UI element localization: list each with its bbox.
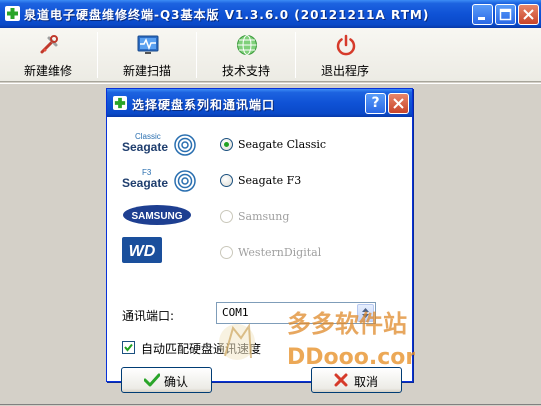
radio-label: WesternDigital xyxy=(238,246,322,259)
samsung-logo: SAMSUNG xyxy=(123,205,191,225)
close-button[interactable] xyxy=(518,4,539,25)
window-title: 泉道电子硬盘维修终端-Q3基本版 V1.3.6.0 (20121211A RTM… xyxy=(24,8,430,22)
radio-label: Seagate Classic xyxy=(238,138,327,151)
wd-logo: WD xyxy=(122,237,162,263)
dialog-title-bar[interactable]: 选择硬盘系列和通讯端口 ? xyxy=(107,89,412,117)
confirm-label: 确认 xyxy=(164,375,189,389)
radio-dot xyxy=(224,142,229,147)
select-drive-dialog: 选择硬盘系列和通讯端口 ? Classic Seagate Seagate Cl… xyxy=(106,88,413,393)
power-icon xyxy=(336,34,356,56)
checkmark-icon xyxy=(124,343,133,352)
auto-match-checkbox[interactable] xyxy=(122,341,135,354)
logo-text: SAMSUNG xyxy=(131,211,182,222)
toolbar: 新建维修 新建扫描 技术支持 退出程序 xyxy=(0,28,541,82)
port-label: 通讯端口: xyxy=(122,309,175,323)
auto-match-label: 自动匹配硬盘通讯速度 xyxy=(141,342,262,356)
confirm-button[interactable]: 确认 xyxy=(121,367,212,393)
radio-label: Samsung xyxy=(238,210,290,223)
logo-text: Seagate xyxy=(122,140,168,154)
green-check-icon xyxy=(144,373,160,387)
radio-button[interactable] xyxy=(220,246,233,259)
port-select[interactable]: COM1 xyxy=(216,302,376,324)
wrench-icon xyxy=(40,35,58,54)
toolbar-label: 技术支持 xyxy=(221,64,270,78)
toolbar-label: 新建维修 xyxy=(23,64,72,78)
dialog-title: 选择硬盘系列和通讯端口 xyxy=(132,98,276,112)
exit-button[interactable]: 退出程序 xyxy=(297,28,393,82)
radio-button[interactable] xyxy=(220,138,233,151)
seagate-classic-logo: Classic Seagate xyxy=(122,132,196,156)
cancel-label: 取消 xyxy=(354,375,379,389)
cancel-button[interactable]: 取消 xyxy=(311,367,402,393)
radio-button[interactable] xyxy=(220,210,233,223)
divider xyxy=(0,404,541,405)
spinner-arrows[interactable] xyxy=(357,304,374,322)
green-cross-app-icon xyxy=(113,96,127,110)
main-title-bar[interactable]: 泉道电子硬盘维修终端-Q3基本版 V1.3.6.0 (20121211A RTM… xyxy=(0,0,541,28)
help-icon: ? xyxy=(371,95,380,111)
seagate-f3-logo: F3 Seagate xyxy=(122,168,196,192)
logo-text: WD xyxy=(129,243,156,260)
minimize-icon xyxy=(478,17,485,20)
toolbar-label: 新建扫描 xyxy=(122,64,171,78)
up-down-arrow-icon xyxy=(362,308,369,318)
port-value: COM1 xyxy=(222,306,249,319)
logo-text: Seagate xyxy=(122,176,168,190)
divider xyxy=(0,83,541,84)
globe-icon xyxy=(237,35,257,55)
maximize-button[interactable] xyxy=(495,4,516,25)
new-repair-button[interactable]: 新建维修 xyxy=(0,28,96,82)
monitor-scan-icon xyxy=(137,35,159,54)
tech-support-button[interactable]: 技术支持 xyxy=(198,28,294,82)
minimize-button[interactable] xyxy=(472,4,493,25)
red-x-icon xyxy=(334,373,348,387)
maximize-icon xyxy=(499,8,512,21)
radio-label: Seagate F3 xyxy=(238,174,302,187)
toolbar-label: 退出程序 xyxy=(320,64,369,78)
dialog-close-button[interactable] xyxy=(388,93,409,114)
close-icon xyxy=(393,98,404,109)
toolbar-separator xyxy=(295,32,296,78)
toolbar-separator xyxy=(196,32,197,78)
new-scan-button[interactable]: 新建扫描 xyxy=(99,28,195,82)
green-cross-app-icon xyxy=(5,6,20,21)
help-button[interactable]: ? xyxy=(365,93,386,114)
toolbar-separator xyxy=(97,32,98,78)
dialog-body: Classic Seagate Seagate Classic F3 Seaga… xyxy=(110,117,409,393)
close-icon xyxy=(523,9,534,20)
radio-button[interactable] xyxy=(220,174,233,187)
